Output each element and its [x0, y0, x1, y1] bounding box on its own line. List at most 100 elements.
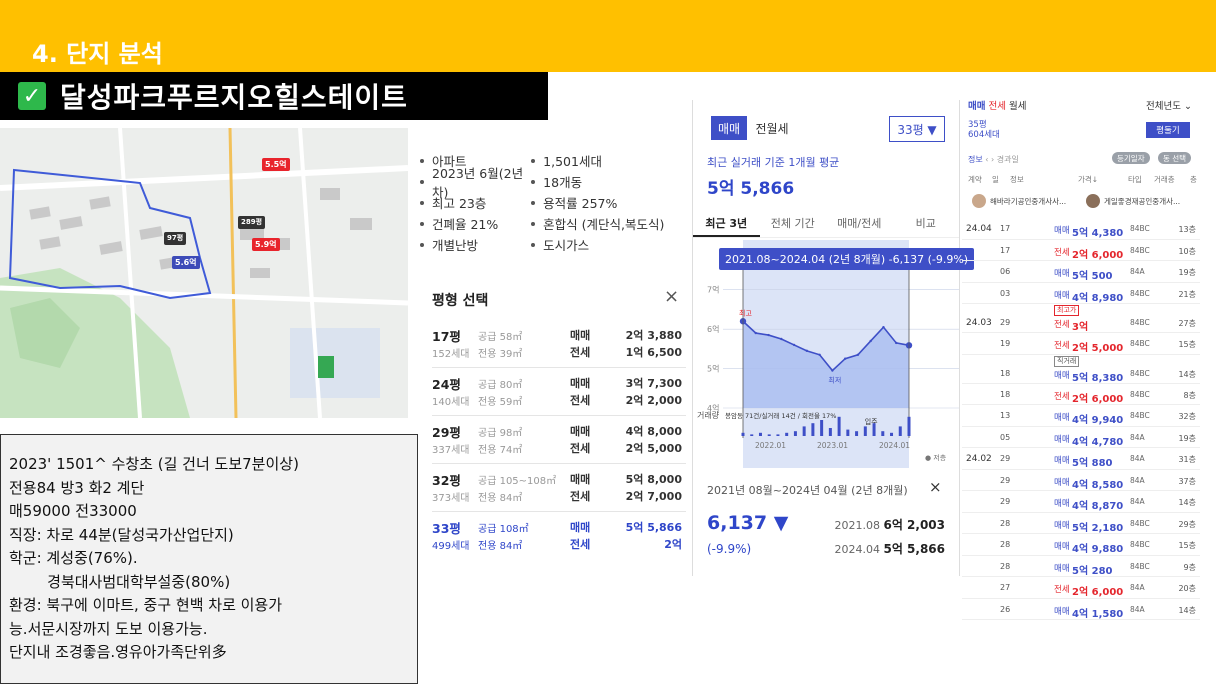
- volume-bar: [881, 431, 885, 436]
- tx-type: 84A: [1130, 475, 1145, 485]
- map[interactable]: 5.5억 5.6억 5.9억 289평 97평: [0, 128, 408, 418]
- volume-bar: [758, 432, 762, 436]
- tx-action-button[interactable]: 평둘기: [1146, 122, 1190, 138]
- size-option-selected[interactable]: 33평 공급 108㎡ 499세대 전용 84㎡ 매매 5억 5,866 전세 2억: [432, 512, 686, 560]
- table-row[interactable]: 03 매매 4억 8,980 84BC 21층: [962, 283, 1200, 304]
- table-row[interactable]: 19 전세 2억 5,000 84BC 15층: [962, 333, 1200, 355]
- tx-day: 05: [1000, 432, 1011, 442]
- data-point: [882, 325, 885, 329]
- section-title: 4. 단지 분석: [32, 40, 163, 68]
- volume-bar: [837, 416, 841, 436]
- table-row[interactable]: 28 매매 4억 9,880 84BC 15층: [962, 534, 1200, 556]
- volume-bar: [820, 420, 824, 436]
- tab-compare[interactable]: 비교: [893, 212, 960, 237]
- table-row[interactable]: 24.04 17 매매 5억 4,380 84BC 13층: [962, 218, 1200, 240]
- x-tick-label: 2022.01: [755, 441, 786, 450]
- tab-recent-3y[interactable]: 최근 3년: [693, 212, 760, 237]
- tx-price: 4억 8,980: [1072, 292, 1124, 304]
- tx-price: 4억 1,580: [1072, 608, 1124, 620]
- tab-all-period[interactable]: 전체 기간: [760, 212, 827, 237]
- period-tabs: 최근 3년 전체 기간 매매/전세 비교: [693, 212, 959, 238]
- map-pin[interactable]: 5.5억: [262, 158, 290, 171]
- price-chart[interactable]: 7억 6억 5억 4억 최고 최저 봉암동 71건/실거래 14건 / 회전율 17% 입주 거…: [693, 240, 959, 468]
- tab-sale-rent[interactable]: 매매/전세: [826, 212, 893, 237]
- tx-pyeong: 35평 604세대: [968, 120, 1000, 140]
- table-row[interactable]: 17 전세 2억 6,000 84BC 10층: [962, 240, 1200, 261]
- chart-annotation: 봉암동 71건/실거래 14건 / 회전율 17%: [725, 411, 836, 420]
- registry-date-tag[interactable]: 등기일자: [1112, 152, 1150, 164]
- tx-price: 4억 4,780: [1072, 436, 1124, 448]
- price-change: 6,137 ▼: [707, 512, 789, 534]
- tx-day: 29: [1000, 454, 1011, 463]
- tx-kind: 매매: [1054, 499, 1070, 509]
- tx-day: 28: [1000, 540, 1011, 549]
- tab-rent[interactable]: 전월세: [751, 116, 793, 140]
- tx-badge: 직거래: [1054, 355, 1080, 367]
- size-dropdown[interactable]: 33평 ▼: [889, 116, 945, 142]
- table-row[interactable]: 29 매매 4억 8,580 84A 37층: [962, 470, 1200, 491]
- table-row[interactable]: 24.02 29 매매 5억 880 84A 31층: [962, 448, 1200, 470]
- compare-start: 2021.08 6억 2,003: [834, 518, 945, 532]
- table-row[interactable]: 13 매매 4억 9,940 84BC 32층: [962, 405, 1200, 427]
- table-row[interactable]: 06 매매 5억 500 84A 19층: [962, 261, 1200, 283]
- table-row[interactable]: 05 매매 4억 4,780 84A 19층: [962, 427, 1200, 448]
- size-option[interactable]: 32평 공급 105~108㎡ 373세대 전용 84㎡ 매매 5억 8,000 전세…: [432, 464, 686, 512]
- note-line: 2023' 1501^ 수창초 (길 건너 도보7분이상): [9, 455, 299, 473]
- tab-tx-jeonse[interactable]: 전세: [989, 101, 1006, 112]
- tx-info: 정보 ‹ › 경과일: [968, 155, 1019, 164]
- table-row[interactable]: 29 매매 4억 8,870 84A 14층: [962, 491, 1200, 513]
- map-pin[interactable]: 5.9억: [252, 238, 280, 251]
- info-item: 개별난방: [432, 238, 479, 253]
- tx-floor: 27층: [1178, 319, 1196, 328]
- range-badge: 2021.08~2024.04 (2년 8개월) -6,137 (-9.9%): [719, 248, 975, 270]
- map-pin[interactable]: 289평: [238, 216, 266, 229]
- building-select-tag[interactable]: 동 선택: [1158, 152, 1192, 164]
- tx-kind: 전세: [1054, 341, 1070, 351]
- year-filter[interactable]: 전체년도 ⌄: [1146, 98, 1192, 112]
- tx-floor: 19층: [1178, 433, 1196, 443]
- close-icon[interactable]: ×: [664, 286, 679, 307]
- y-tick-label: 7억: [707, 285, 719, 295]
- table-row[interactable]: 27 전세 2억 6,000 84A 20층: [962, 577, 1200, 599]
- tx-price: 5억 4,380: [1072, 228, 1124, 239]
- tx-type: 84A: [1130, 604, 1145, 614]
- tab-sale[interactable]: 매매: [711, 116, 747, 140]
- tx-type: 84BC: [1130, 561, 1150, 571]
- table-row[interactable]: 28 매매 5억 2,180 84BC 29층: [962, 513, 1200, 534]
- tab-tx-sale[interactable]: 매매: [968, 101, 985, 112]
- size-option[interactable]: 24평 공급 80㎡ 140세대 전용 59㎡ 매매 3억 7,300 전세 2억 2,…: [432, 368, 686, 416]
- tx-price: 5억 8,380: [1072, 372, 1124, 384]
- size-option[interactable]: 29평 공급 98㎡ 337세대 전용 74㎡ 매매 4억 8,000 전세 2억 5,…: [432, 416, 686, 464]
- size-option[interactable]: 17평 공급 58㎡ 152세대 전용 39㎡ 매매 2억 3,880 전세 1억 6,…: [432, 320, 686, 368]
- data-point: [895, 341, 898, 345]
- table-row[interactable]: 26 매매 4억 1,580 84A 14층: [962, 599, 1200, 620]
- tx-price: 2억 6,000: [1072, 393, 1124, 405]
- tx-type: 84BC: [1130, 288, 1150, 298]
- tx-type: 84BC: [1130, 318, 1150, 327]
- high-label: 최고: [739, 308, 752, 317]
- tx-floor: 32층: [1178, 412, 1196, 421]
- note-line: 직장: 차로 44분(달성국가산업단지): [9, 525, 234, 544]
- info-item: 혼합식 (계단식,복도식): [543, 217, 665, 232]
- tx-floor: 13층: [1178, 225, 1196, 234]
- map-pin[interactable]: 97평: [164, 232, 187, 245]
- table-row[interactable]: 18 매매 5억 8,380 84BC 14층 직거래: [962, 355, 1200, 384]
- tx-month: 24.04: [966, 224, 992, 234]
- table-row[interactable]: 18 전세 2억 6,000 84BC 8층: [962, 384, 1200, 405]
- volume-bar: [776, 434, 780, 436]
- price-change-pct: (-9.9%): [707, 542, 752, 556]
- volume-bar: [846, 429, 850, 436]
- tab-tx-monthly[interactable]: 월세: [1009, 101, 1026, 112]
- tx-day: 29: [1000, 497, 1011, 506]
- close-icon[interactable]: ×: [929, 478, 942, 496]
- volume-bar: [872, 423, 876, 436]
- table-row[interactable]: 24.03 29 전세 3억 84BC 27층 최고가: [962, 304, 1200, 333]
- price-chart-panel: 매매 전월세 33평 ▼ 최근 실거래 기준 1개월 평균 5억 5,866 최…: [692, 100, 975, 576]
- table-row[interactable]: 28 매매 5억 280 84BC 9층: [962, 556, 1200, 577]
- tx-day: 06: [1000, 267, 1011, 276]
- tx-floor: 21층: [1178, 289, 1196, 299]
- volume-bar: [863, 426, 867, 436]
- tx-type: 84A: [1130, 454, 1145, 463]
- map-pin[interactable]: 5.6억: [172, 256, 200, 269]
- data-point: [780, 337, 783, 341]
